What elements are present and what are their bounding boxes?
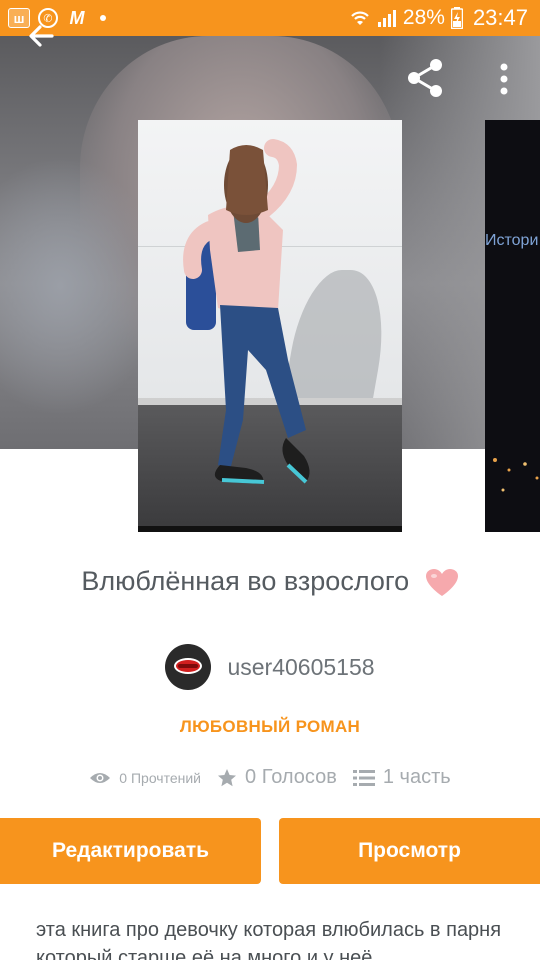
book-title-text: Влюблённая во взрослого	[81, 566, 410, 596]
reads-count: 0 Прочтений	[119, 769, 202, 786]
more-options-icon[interactable]	[492, 62, 516, 96]
battery-icon	[450, 7, 463, 29]
next-cover-text: Истори	[485, 232, 539, 249]
book-description: эта книга про девочку которая влюбилась …	[36, 919, 502, 960]
wifi-icon	[351, 11, 369, 25]
m-app-icon: M	[69, 7, 85, 28]
votes-stat: 0 Голосов	[217, 766, 337, 789]
status-bar: ш ✆ M 28% 23:47	[0, 0, 540, 36]
author-username[interactable]: user40605158	[227, 654, 374, 681]
signal-icon	[377, 10, 396, 27]
edit-button[interactable]: Редактировать	[0, 818, 261, 884]
parts-count: 1 часть	[382, 766, 451, 788]
next-book-cover[interactable]: Истори	[485, 120, 540, 532]
cover-illustration	[183, 139, 310, 484]
reads-stat: 0 Прочтений	[89, 770, 201, 786]
book-title: Влюблённая во взрослого	[0, 566, 540, 598]
share-icon[interactable]	[404, 56, 448, 100]
book-cover-image[interactable]	[138, 120, 402, 532]
clock: 23:47	[472, 5, 528, 30]
star-icon	[218, 768, 237, 786]
parts-stat: 1 часть	[352, 766, 451, 789]
votes-count: 0 Голосов	[245, 766, 337, 788]
status-system: 28% 23:47	[349, 5, 540, 31]
battery-percent: 28%	[402, 6, 445, 29]
genre-label[interactable]: ЛЮБОВНЫЙ РОМАН	[0, 717, 540, 737]
heart-emoji-icon	[425, 568, 458, 596]
book-stats: 0 Прочтений 0 Голосов 1 часть	[0, 766, 540, 789]
more-notifications-icon	[100, 15, 106, 21]
eye-icon	[90, 772, 111, 783]
preview-button[interactable]: Просмотр	[279, 818, 540, 884]
back-arrow-icon[interactable]	[22, 16, 62, 56]
author-avatar[interactable]	[165, 644, 212, 690]
author-row[interactable]: user40605158	[0, 644, 540, 690]
list-icon	[352, 769, 375, 786]
